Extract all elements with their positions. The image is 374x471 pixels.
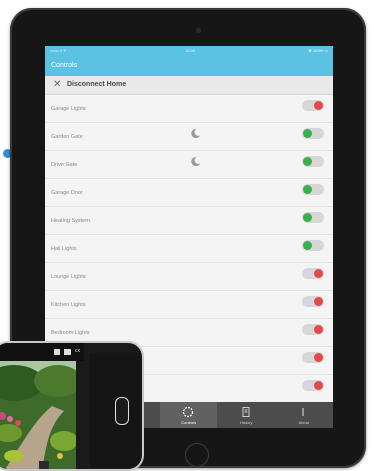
phone-camera-toolbar: cx xyxy=(0,343,84,361)
phone-home-button[interactable] xyxy=(115,397,129,425)
toolbar-text: cx xyxy=(75,348,80,354)
toggle-knob xyxy=(314,325,323,334)
tab-label: About xyxy=(298,420,310,425)
device-row: Garage Door xyxy=(45,179,333,207)
toggle-knob xyxy=(303,157,312,166)
moon-icon xyxy=(191,128,201,139)
device-toggle[interactable] xyxy=(302,240,324,251)
close-icon: ✕ xyxy=(53,79,62,90)
tab-history[interactable]: History xyxy=(218,402,275,428)
device-row: Heating System xyxy=(45,207,333,235)
nav-bar: Controls xyxy=(45,56,333,76)
tab-label: History xyxy=(240,420,253,425)
toggle-knob xyxy=(303,213,312,222)
device-row: Garden Gate xyxy=(45,123,333,151)
device-toggle[interactable] xyxy=(302,128,324,139)
device-toggle[interactable] xyxy=(302,100,324,111)
device-label: Garage Lights xyxy=(51,106,86,112)
device-label: Kitchen Lights xyxy=(51,302,86,308)
device-row: Drive Gate xyxy=(45,151,333,179)
toggle-knob xyxy=(314,381,323,390)
device-label: Garden Gate xyxy=(51,134,83,140)
carrier-text: •••oo 3 ✈ xyxy=(50,48,67,53)
toggle-knob xyxy=(314,101,323,110)
device-toggle[interactable] xyxy=(302,380,324,391)
device-row: Kitchen Lights xyxy=(45,291,333,319)
toggle-knob xyxy=(303,129,312,138)
toggle-knob xyxy=(314,297,323,306)
device-row: Hall Lights xyxy=(45,235,333,263)
device-toggle[interactable] xyxy=(302,184,324,195)
device-toggle[interactable] xyxy=(302,212,324,223)
tab-label: Controls xyxy=(181,420,197,425)
moon-icon xyxy=(191,156,201,167)
device-row: Garage Lights xyxy=(45,95,333,123)
device-label: Lounge Lights xyxy=(51,274,86,280)
history-icon xyxy=(242,407,250,417)
device-toggle[interactable] xyxy=(302,156,324,167)
device-label: Bedroom Lights xyxy=(51,330,90,336)
toggle-knob xyxy=(303,241,312,250)
camera-icon[interactable] xyxy=(64,349,71,355)
phone-device: cx xyxy=(0,341,144,471)
camera-icon xyxy=(196,28,201,33)
device-label: Heating System xyxy=(51,218,90,224)
battery-text: ✱ 100% ▭ xyxy=(308,48,328,53)
device-label: Garage Door xyxy=(51,190,83,196)
toggle-knob xyxy=(314,269,323,278)
garden-photo xyxy=(0,361,76,469)
home-button-icon[interactable] xyxy=(185,443,209,467)
gallery-icon[interactable] xyxy=(54,349,60,355)
power-ring-icon xyxy=(183,406,194,418)
device-toggle[interactable] xyxy=(302,296,324,307)
toggle-knob xyxy=(303,185,312,194)
device-toggle[interactable] xyxy=(302,324,324,335)
toggle-knob xyxy=(314,353,323,362)
clock-text: 12:06 xyxy=(185,48,196,53)
device-label: Drive Gate xyxy=(51,162,78,168)
status-bar: •••oo 3 ✈ 12:06 ✱ 100% ▭ xyxy=(45,46,333,56)
device-label: Hall Lights xyxy=(51,246,77,252)
info-icon xyxy=(302,408,304,416)
tab-about[interactable]: About xyxy=(275,402,332,428)
device-toggle[interactable] xyxy=(302,268,324,279)
disconnect-home-button[interactable]: ✕ Disconnect Home xyxy=(45,76,333,95)
device-row: Lounge Lights xyxy=(45,263,333,291)
device-toggle[interactable] xyxy=(302,352,324,363)
tab-controls[interactable]: Controls xyxy=(160,402,218,428)
page-title: Controls xyxy=(51,62,78,69)
disconnect-label: Disconnect Home xyxy=(67,81,127,88)
